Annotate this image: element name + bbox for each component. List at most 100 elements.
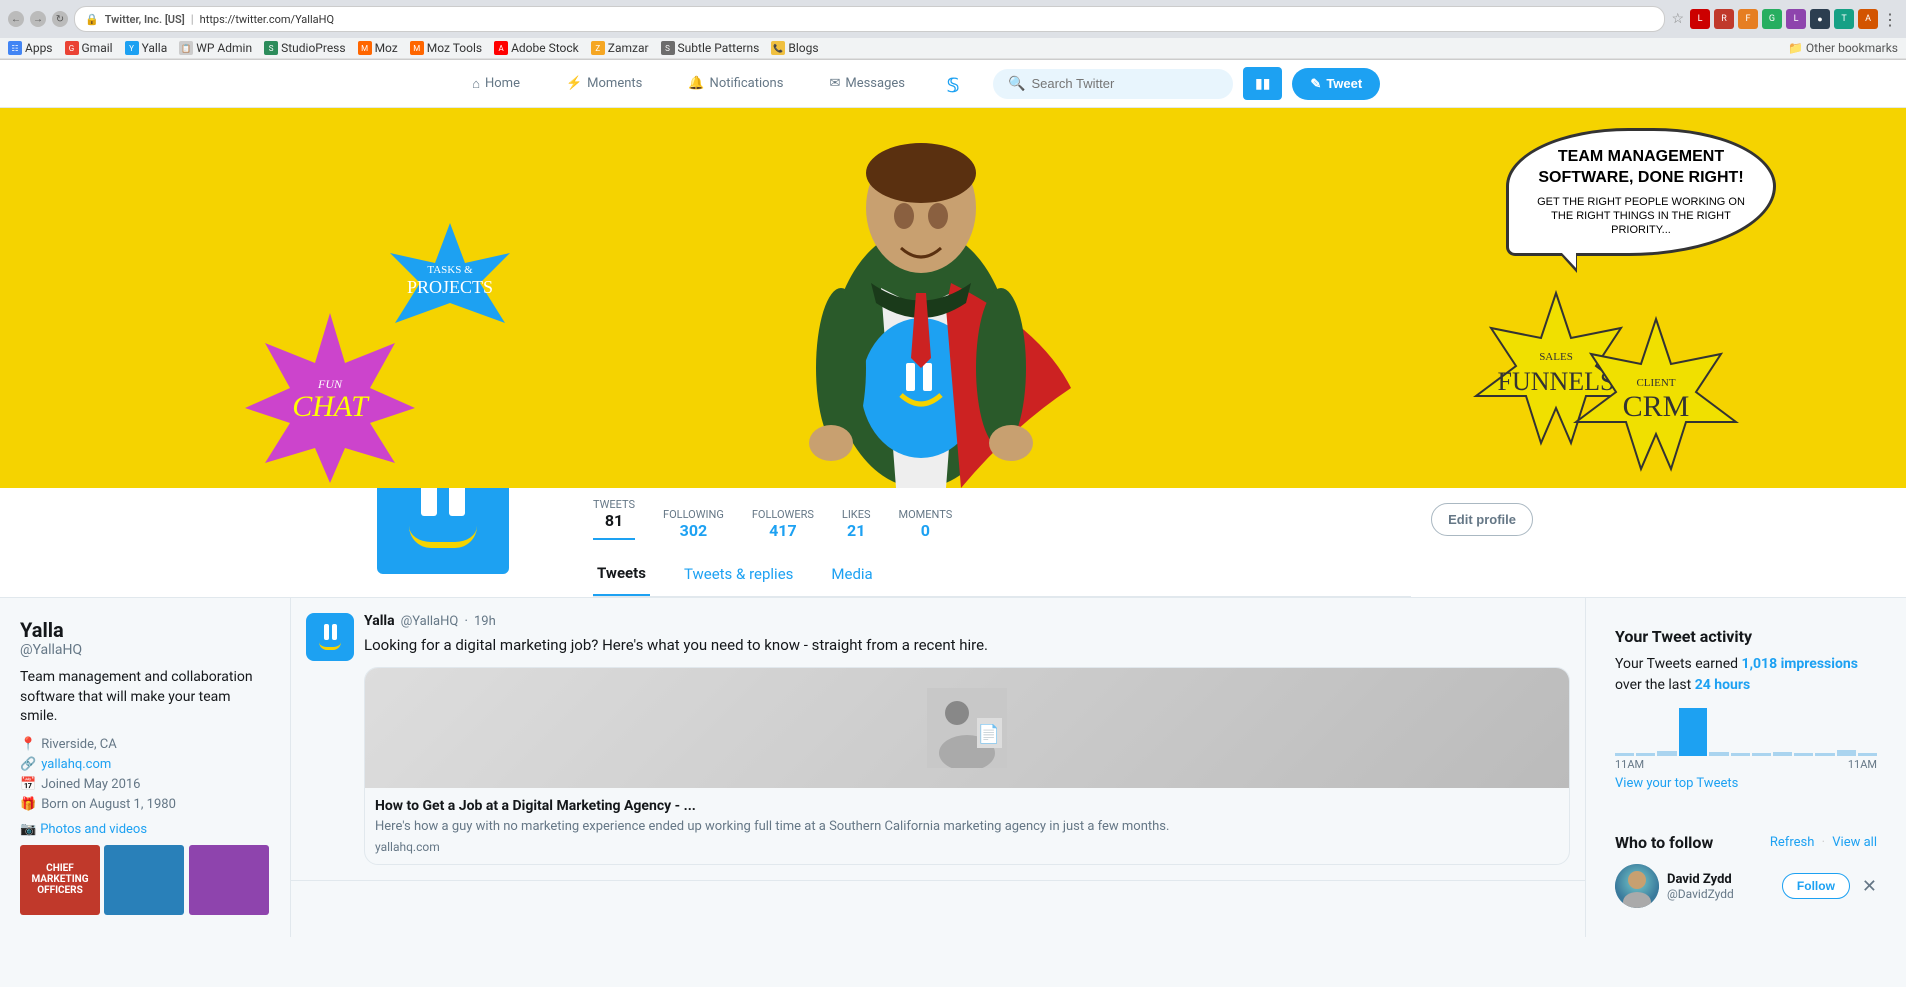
dismiss-follow-icon[interactable]: ✕ [1862, 876, 1877, 897]
left-sidebar: Yalla @YallaHQ Team management and colla… [0, 598, 290, 937]
calendar-icon: 📅 [20, 777, 36, 792]
avatar-smile [409, 526, 477, 548]
who-to-follow-actions: Refresh · View all [1770, 835, 1877, 850]
tweet-header: Yalla @YallaHQ · 19h [364, 613, 1570, 629]
browser-chrome: ← → ↻ 🔒 Twitter, Inc. [US] | https://twi… [0, 0, 1906, 60]
ext-icon-8[interactable]: A [1858, 9, 1878, 29]
ext-icon-7[interactable]: T [1834, 9, 1854, 29]
tweet-link-domain: yallahq.com [375, 840, 1559, 854]
ext-icon-6[interactable]: ● [1810, 9, 1830, 29]
stat-likes[interactable]: LIKES 21 [842, 508, 871, 540]
svg-text:FUN: FUN [317, 377, 343, 391]
profile-bio: Team management and collaboration softwa… [20, 668, 270, 727]
other-bookmarks[interactable]: 📁 Other bookmarks [1788, 41, 1898, 55]
tweet-link-card[interactable]: 📄 How to Get a Job at a Digital Marketin… [364, 667, 1570, 865]
bookmark-moz[interactable]: M Moz [358, 41, 398, 55]
tweet-avatar [306, 613, 354, 661]
envelope-icon: ✉ [829, 76, 840, 91]
bookmark-wp[interactable]: 📋 WP Admin [179, 41, 252, 55]
subtle-favicon: S [661, 41, 675, 55]
tweet-avatar-bars [324, 624, 337, 640]
back-button[interactable]: ← [8, 11, 24, 27]
ext-icon-2[interactable]: R [1714, 9, 1734, 29]
refresh-link[interactable]: Refresh [1770, 835, 1814, 850]
tweet-time: 19h [474, 614, 496, 629]
link-icon: 🔗 [20, 757, 36, 772]
meta-website[interactable]: 🔗 yallahq.com [20, 757, 270, 772]
url-text: https://twitter.com/YallaHQ [200, 13, 334, 26]
pause-button[interactable]: ▮▮ [1243, 67, 1282, 100]
url-bar[interactable]: 🔒 Twitter, Inc. [US] | https://twitter.c… [74, 6, 1665, 32]
tweet-link-info: How to Get a Job at a Digital Marketing … [365, 788, 1569, 864]
profile-section-inner: TWEETS 81 FOLLOWING 302 FOLLOWERS 417 LI… [353, 488, 1553, 597]
chart-bar-12 [1858, 753, 1877, 756]
bookmark-adobe[interactable]: A Adobe Stock [494, 41, 579, 55]
chart-bar-3 [1657, 751, 1676, 756]
bookmark-gmail[interactable]: G Gmail [65, 41, 113, 55]
view-all-link[interactable]: View all [1832, 835, 1877, 850]
ext-icon-5[interactable]: L [1786, 9, 1806, 29]
ext-icon-1[interactable]: L [1690, 9, 1710, 29]
chart-bar-7 [1752, 753, 1771, 756]
profile-stats-area: TWEETS 81 FOLLOWING 302 FOLLOWERS 417 LI… [573, 488, 1431, 597]
tweet-avatar-logo [319, 624, 341, 650]
nav-moments[interactable]: ⚡ Moments [558, 76, 650, 91]
gmail-favicon: G [65, 41, 79, 55]
nav-right: 🔍 ▮▮ ✎ Tweet [953, 67, 1886, 100]
activity-hours: 24 hours [1695, 677, 1750, 693]
site-name: Twitter, Inc. [US] [105, 13, 185, 26]
nav-notifications[interactable]: 🔔 Notifications [680, 76, 791, 91]
edit-profile-button[interactable]: Edit profile [1431, 503, 1533, 536]
tab-tweets-replies[interactable]: Tweets & replies [680, 553, 797, 595]
stat-followers[interactable]: FOLLOWERS 417 [752, 508, 814, 540]
nav-left: ⌂ Home ⚡ Moments 🔔 Notifications ✉ Messa… [20, 76, 953, 92]
stat-tweets[interactable]: TWEETS 81 [593, 498, 635, 540]
tabs-row: Tweets Tweets & replies Media [593, 552, 1411, 597]
extensions-menu[interactable]: ⋮ [1882, 10, 1898, 29]
browser-refresh-button[interactable]: ↻ [52, 11, 68, 27]
impressions-count: 1,018 impressions [1742, 656, 1858, 672]
stats-row: TWEETS 81 FOLLOWING 302 FOLLOWERS 417 LI… [593, 498, 1411, 540]
nav-home[interactable]: ⌂ Home [464, 76, 528, 92]
stat-following[interactable]: FOLLOWING 302 [663, 508, 724, 540]
tab-media[interactable]: Media [827, 553, 876, 595]
tab-tweets[interactable]: Tweets [593, 552, 650, 596]
bookmark-apps[interactable]: ☷ Apps [8, 41, 53, 55]
photo-thumb-1: CHIEFMARKETINGOFFICERS [20, 845, 100, 915]
tweet-button[interactable]: ✎ Tweet [1292, 68, 1380, 100]
crm-burst: CLIENT CRM [1566, 314, 1746, 478]
chart-bar-1 [1615, 753, 1634, 756]
bookmark-star-icon[interactable]: ☆ [1671, 11, 1684, 27]
cover-image: TEAM MANAGEMENT SOFTWARE, DONE RIGHT! GE… [0, 108, 1906, 488]
follow-user-handle: @DavidZydd [1667, 887, 1774, 901]
tweet-author-name: Yalla [364, 613, 395, 629]
svg-text:📄: 📄 [978, 723, 1000, 745]
profile-meta: 📍 Riverside, CA 🔗 yallahq.com 📅 Joined M… [20, 737, 270, 812]
bookmark-sp[interactable]: S StudioPress [264, 41, 345, 55]
camera-icon: 📷 [20, 822, 36, 837]
search-bar[interactable]: 🔍 [993, 69, 1233, 99]
who-to-follow-title: Who to follow [1615, 833, 1713, 852]
bookmark-mozt[interactable]: M Moz Tools [410, 41, 482, 55]
search-input[interactable] [1031, 76, 1218, 91]
tweet-bar-right [332, 624, 337, 640]
chart-bar-5 [1709, 752, 1728, 756]
bookmark-blogs[interactable]: 📞 Blogs [771, 41, 818, 55]
stat-moments[interactable]: MOMENTS 0 [899, 508, 953, 540]
ext-icon-3[interactable]: F [1738, 9, 1758, 29]
view-top-tweets-link[interactable]: View your top Tweets [1615, 776, 1877, 791]
bookmark-yalla[interactable]: Y Yalla [125, 41, 168, 55]
tweet-bar-left [324, 624, 329, 640]
photos-videos-link[interactable]: 📷 Photos and videos [20, 822, 270, 837]
forward-button[interactable]: → [30, 11, 46, 27]
follow-user-row: David Zydd @DavidZydd Follow ✕ [1615, 864, 1877, 908]
nav-messages[interactable]: ✉ Messages [821, 76, 913, 91]
svg-text:TASKS &: TASKS & [427, 264, 473, 276]
follow-button[interactable]: Follow [1782, 873, 1850, 899]
follow-user-info: David Zydd @DavidZydd [1667, 872, 1774, 901]
bookmark-zamzar[interactable]: Z Zamzar [591, 41, 649, 55]
chart-bars [1615, 706, 1877, 756]
search-icon: 🔍 [1008, 76, 1025, 92]
bookmark-subtle[interactable]: S Subtle Patterns [661, 41, 760, 55]
ext-icon-4[interactable]: G [1762, 9, 1782, 29]
